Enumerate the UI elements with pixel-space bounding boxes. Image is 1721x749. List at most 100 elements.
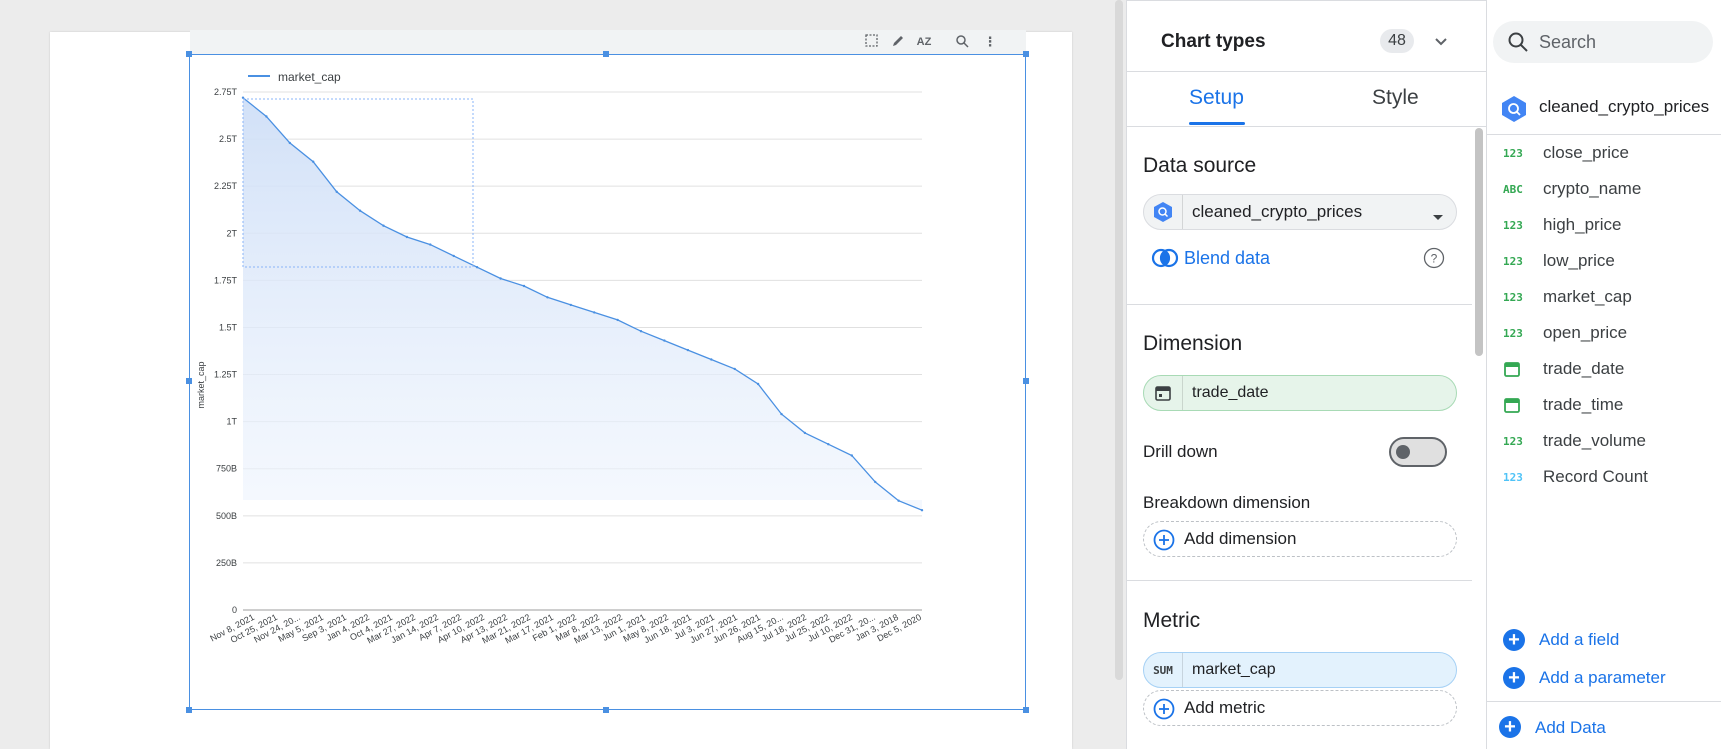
y-tick-label: 750B	[216, 464, 237, 474]
drill-down-toggle[interactable]	[1389, 437, 1447, 467]
number-type-icon: 123	[1503, 471, 1523, 484]
search-placeholder: Search	[1539, 32, 1597, 52]
metric-title: Metric	[1143, 609, 1201, 632]
data-point[interactable]	[827, 443, 830, 446]
search-icon	[1507, 31, 1529, 58]
report-canvas[interactable]: AZ ⋮ 0 250B 500B 750B 1T 1.25T 1.5T 1.75T 2T 2.25…	[0, 0, 1123, 749]
add-icon: +	[1503, 629, 1525, 651]
data-point[interactable]	[452, 254, 455, 258]
zoom-icon[interactable]	[954, 34, 970, 50]
data-point[interactable]	[756, 382, 760, 386]
tab-setup[interactable]: Setup	[1189, 86, 1244, 110]
breakdown-dimension-title: Breakdown dimension	[1143, 493, 1311, 512]
data-point[interactable]	[850, 454, 853, 457]
y-tick-label: 2.5T	[219, 134, 238, 144]
data-point[interactable]	[803, 431, 807, 435]
data-source-select[interactable]: cleaned_crypto_prices	[1143, 194, 1457, 230]
y-tick-label: 500B	[216, 511, 237, 521]
pencil-icon[interactable]	[890, 34, 906, 50]
field-item[interactable]: trade_time	[1503, 395, 1713, 419]
add-data-link[interactable]: Add Data	[1535, 718, 1606, 738]
field-item[interactable]: 123 Record Count	[1503, 467, 1713, 491]
y-tick-label: 2.25T	[214, 181, 238, 191]
field-item[interactable]: trade_date	[1503, 359, 1713, 383]
panel-scrollbar[interactable]	[1475, 128, 1483, 356]
data-point[interactable]	[265, 115, 268, 118]
data-source-name: cleaned_crypto_prices	[1539, 97, 1710, 116]
field-name: open_price	[1543, 323, 1628, 342]
field-name: market_cap	[1543, 287, 1632, 306]
canvas-scrollbar[interactable]	[1115, 0, 1123, 680]
drill-down-label: Drill down	[1143, 442, 1218, 461]
data-point[interactable]	[874, 480, 877, 484]
add-parameter-link[interactable]: Add a parameter	[1539, 668, 1666, 688]
data-point[interactable]	[710, 358, 713, 361]
more-vert-icon[interactable]: ⋮	[982, 34, 998, 50]
help-icon[interactable]: ?	[1423, 247, 1445, 274]
text-type-icon: ABC	[1503, 183, 1523, 196]
data-point[interactable]	[475, 266, 479, 269]
bigquery-icon	[1500, 95, 1528, 128]
calendar-icon	[1144, 376, 1183, 410]
tab-style[interactable]: Style	[1372, 86, 1419, 110]
blend-data-link[interactable]: Blend data	[1184, 248, 1270, 269]
number-type-icon: 123	[1503, 255, 1523, 268]
data-point[interactable]	[569, 303, 572, 307]
y-tick-label: 1T	[226, 417, 237, 427]
dimension-title: Dimension	[1143, 332, 1243, 355]
field-name: low_price	[1543, 251, 1615, 270]
sort-az-icon[interactable]: AZ	[916, 34, 932, 50]
data-point[interactable]	[616, 318, 619, 322]
data-point[interactable]	[663, 339, 666, 342]
field-item[interactable]: 123 close_price	[1503, 143, 1713, 167]
data-point[interactable]	[312, 160, 315, 163]
field-item[interactable]: 123 open_price	[1503, 323, 1713, 347]
data-point[interactable]	[639, 330, 643, 333]
data-point[interactable]	[920, 509, 924, 512]
data-point[interactable]	[897, 499, 900, 502]
field-search-input[interactable]: Search	[1493, 21, 1713, 63]
data-point[interactable]	[522, 284, 526, 288]
y-tick-label: 1.25T	[214, 370, 238, 380]
data-source-title: Data source	[1143, 154, 1257, 177]
field-item[interactable]: 123 high_price	[1503, 215, 1713, 239]
number-type-icon: 123	[1503, 435, 1523, 448]
data-point[interactable]	[733, 367, 736, 371]
field-item[interactable]: ABC crypto_name	[1503, 179, 1713, 203]
area-chart[interactable]: 0 250B 500B 750B 1T 1.25T 1.5T 1.75T 2T 2.25T 2.5T…	[190, 55, 1025, 709]
add-dimension-button[interactable]: Add dimension	[1143, 521, 1457, 557]
data-point[interactable]	[358, 209, 362, 212]
data-point[interactable]	[593, 311, 596, 314]
chart-properties-panel: Chart types 48 Setup Style Data source c…	[1126, 0, 1487, 749]
aggregation-badge[interactable]: SUM	[1144, 653, 1183, 687]
chevron-down-icon[interactable]	[1433, 33, 1449, 54]
data-point[interactable]	[382, 224, 385, 227]
field-item[interactable]: 123 market_cap	[1503, 287, 1713, 311]
add-field-link[interactable]: Add a field	[1539, 630, 1619, 650]
field-item[interactable]: 123 trade_volume	[1503, 431, 1713, 455]
dimension-chip[interactable]: trade_date	[1143, 375, 1457, 411]
chart-types-row[interactable]: Chart types 48	[1127, 0, 1487, 72]
data-point[interactable]	[429, 243, 432, 246]
area-fill	[243, 97, 922, 511]
data-point[interactable]	[288, 141, 291, 145]
data-source-row[interactable]: cleaned_crypto_prices	[1487, 86, 1721, 135]
field-item[interactable]: 123 low_price	[1503, 251, 1713, 275]
y-tick-label: 0	[232, 605, 237, 615]
active-tab-indicator	[1189, 122, 1245, 125]
data-point[interactable]	[499, 277, 502, 280]
field-name: trade_date	[1543, 359, 1625, 378]
data-point[interactable]	[405, 235, 409, 239]
data-point[interactable]	[335, 190, 338, 193]
data-point[interactable]	[546, 296, 549, 299]
bigquery-icon	[1144, 195, 1183, 229]
data-point[interactable]	[686, 348, 690, 352]
add-metric-label: Add metric	[1184, 698, 1266, 717]
select-icon[interactable]	[864, 34, 880, 50]
add-circle-icon	[1153, 698, 1175, 725]
data-point[interactable]	[780, 412, 783, 416]
add-metric-button[interactable]: Add metric	[1143, 690, 1457, 726]
metric-chip[interactable]: SUM market_cap	[1143, 652, 1457, 688]
legend-label: market_cap	[278, 70, 341, 84]
y-tick-label: 2T	[226, 228, 237, 238]
